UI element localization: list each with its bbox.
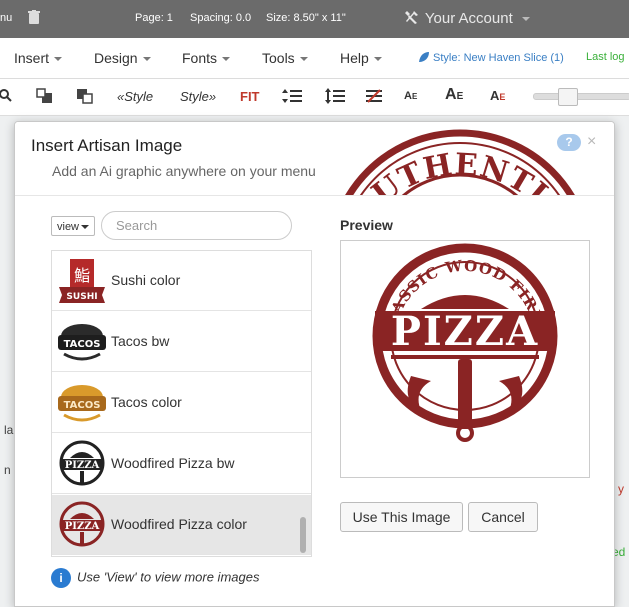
zoom-slider[interactable] — [533, 88, 629, 106]
menu-label: Fonts — [182, 50, 218, 66]
style-link-label: Style: New Haven Slice (1) — [433, 52, 564, 64]
chevron-down-icon — [299, 57, 308, 62]
svg-text:SUSHI: SUSHI — [66, 292, 97, 302]
chevron-down-icon — [373, 57, 382, 62]
help-button[interactable]: ? — [557, 134, 581, 151]
font-size-large-icon[interactable]: AE — [445, 86, 463, 104]
authentic-stamp-graphic: AUTHENTIC — [345, 129, 575, 196]
menu-bar: Insert Design Fonts Tools Help Style: Ne… — [0, 38, 629, 79]
insert-artisan-image-dialog: AUTHENTIC Insert Artisan Image Add an Ai… — [14, 121, 615, 607]
last-login-fragment: Last log — [586, 51, 625, 63]
menu-label: Tools — [262, 50, 295, 66]
style-prev-button[interactable]: «Style — [117, 89, 153, 104]
leaf-icon — [419, 52, 429, 62]
view-dropdown-label: view — [57, 221, 80, 233]
list-item-label: Woodfired Pizza color — [111, 516, 247, 532]
menu-tools[interactable]: Tools — [262, 50, 308, 66]
list-scrollbar[interactable] — [300, 517, 306, 553]
tacos-bw-logo-icon: TACOS — [58, 324, 106, 361]
pizza-color-logo-icon: PIZZA — [59, 501, 105, 547]
chevron-down-icon — [81, 225, 90, 230]
tools-icon — [405, 11, 418, 24]
page-indicator: Page: 1 — [135, 12, 173, 24]
topbar-fragment: nu — [0, 12, 13, 24]
clear-spacing-icon[interactable] — [366, 89, 382, 108]
info-text: Use 'View' to view more images — [77, 569, 260, 585]
pizza-preview-logo: CLASSIC WOOD FIRED PIZZA — [372, 243, 558, 442]
list-item[interactable]: TACOS Tacos bw — [52, 312, 311, 372]
fit-button[interactable]: FIT — [240, 89, 260, 104]
close-button[interactable]: × — [587, 133, 596, 151]
search-input[interactable] — [101, 211, 292, 240]
dialog-header: AUTHENTIC Insert Artisan Image Add an Ai… — [15, 122, 614, 196]
paragraph-spacing-icon[interactable] — [325, 88, 345, 109]
zoom-slider-handle[interactable] — [558, 88, 578, 106]
menu-label: Design — [94, 50, 138, 66]
background-text: y — [618, 482, 624, 496]
account-menu[interactable]: Your Account — [404, 10, 530, 27]
trash-icon[interactable] — [28, 10, 40, 30]
list-item[interactable]: TACOS Tacos color — [52, 373, 311, 433]
size-indicator: Size: 8.50" x 11" — [266, 12, 346, 24]
dialog-title: Insert Artisan Image — [31, 136, 183, 155]
send-backward-icon[interactable] — [76, 88, 94, 109]
format-toolbar: «Style Style» FIT AE AE AE — [0, 79, 629, 116]
image-list[interactable]: 鮨 SUSHI Sushi color TACOS Tacos bw TACOS — [51, 250, 312, 557]
list-item-label: Woodfired Pizza bw — [111, 455, 235, 471]
account-label: Your Account — [424, 10, 513, 27]
menu-label: Help — [340, 50, 369, 66]
info-note: i Use 'View' to view more images — [51, 568, 259, 588]
preview-main-text: PIZZA — [391, 308, 539, 355]
chevron-down-icon — [142, 57, 151, 62]
font-clear-icon[interactable]: AE — [490, 88, 505, 103]
svg-text:TACOS: TACOS — [64, 339, 101, 350]
chevron-down-icon — [222, 57, 231, 62]
bring-forward-icon[interactable] — [36, 88, 54, 109]
spacing-indicator: Spacing: 0.0 — [190, 12, 252, 24]
zoom-icon[interactable] — [0, 89, 12, 108]
list-item[interactable]: PIZZA Woodfired Pizza bw — [52, 434, 311, 494]
svg-text:AUTHENTIC: AUTHENTIC — [345, 147, 574, 196]
view-dropdown[interactable]: view — [51, 216, 95, 236]
list-item[interactable]: 鮨 SUSHI Sushi color — [52, 251, 311, 311]
menu-fonts[interactable]: Fonts — [182, 50, 231, 66]
tacos-color-logo-icon: TACOS — [58, 385, 106, 422]
chevron-down-icon — [521, 17, 530, 22]
top-bar: nu Page: 1 Spacing: 0.0 Size: 8.50" x 11… — [0, 0, 629, 38]
stamp-text: AUTHENTIC — [345, 147, 573, 195]
svg-text:PIZZA: PIZZA — [65, 460, 100, 471]
background-text: n — [4, 463, 11, 477]
font-size-small-icon[interactable]: AE — [404, 90, 417, 102]
menu-label: Insert — [14, 50, 50, 66]
menu-help[interactable]: Help — [340, 50, 382, 66]
preview-panel: CLASSIC WOOD FIRED PIZZA — [340, 240, 590, 478]
list-item-label: Sushi color — [111, 272, 181, 288]
svg-text:TACOS: TACOS — [64, 400, 101, 411]
sushi-color-logo-icon: 鮨 SUSHI — [59, 259, 105, 303]
chevron-down-icon — [54, 57, 63, 62]
cancel-button[interactable]: Cancel — [468, 502, 538, 532]
svg-text:鮨: 鮨 — [74, 266, 90, 285]
svg-text:PIZZA: PIZZA — [65, 521, 100, 532]
list-item-label: Tacos color — [111, 394, 182, 410]
background-text: la — [4, 423, 14, 437]
preview-label: Preview — [340, 217, 393, 233]
dialog-subtitle: Add an Ai graphic anywhere on your menu — [52, 163, 316, 179]
use-this-image-button[interactable]: Use This Image — [340, 502, 463, 532]
pizza-bw-logo-icon: PIZZA — [59, 440, 105, 486]
menu-insert[interactable]: Insert — [14, 50, 63, 66]
menu-design[interactable]: Design — [94, 50, 151, 66]
list-item-selected[interactable]: PIZZA Woodfired Pizza color — [52, 495, 311, 555]
list-item-label: Tacos bw — [111, 333, 170, 349]
line-spacing-icon[interactable] — [282, 89, 302, 108]
info-icon: i — [51, 568, 71, 588]
style-next-button[interactable]: Style» — [180, 89, 216, 104]
style-link[interactable]: Style: New Haven Slice (1) — [418, 51, 564, 64]
